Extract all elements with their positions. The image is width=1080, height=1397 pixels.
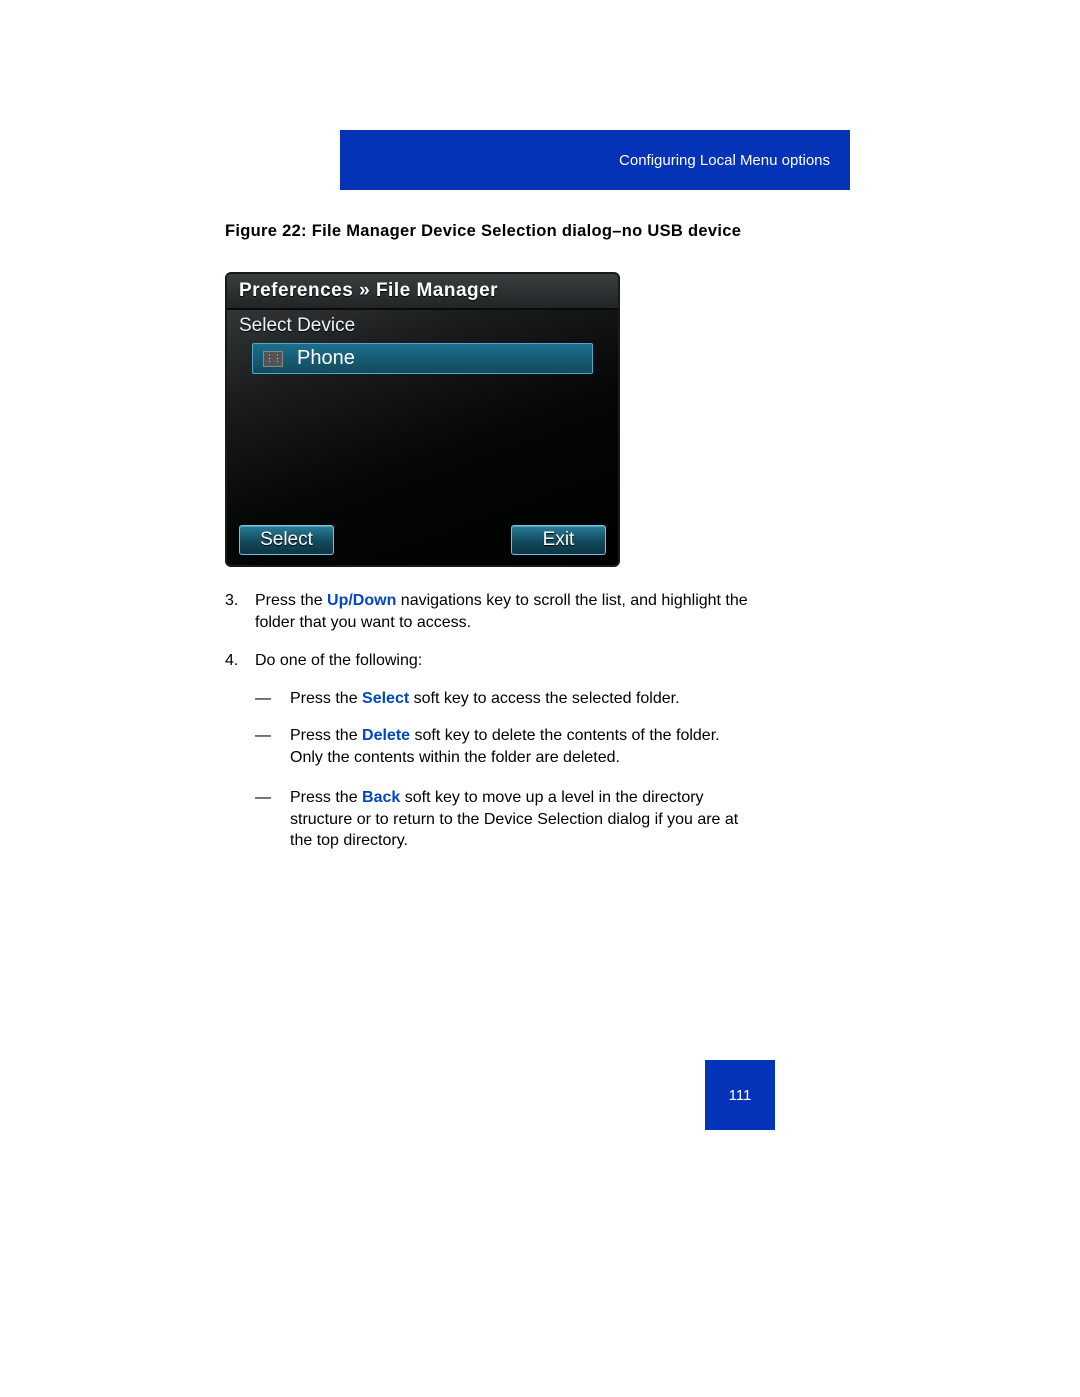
bullet-delete: — Press the Delete soft key to delete th… — [255, 725, 755, 768]
device-label: Phone — [297, 347, 355, 370]
step-number: 3. — [225, 590, 255, 633]
step-number: 4. — [225, 650, 255, 672]
exit-softkey[interactable]: Exit — [511, 525, 606, 555]
step-text: Press the Up/Down navigations key to scr… — [255, 590, 755, 633]
bullet-back: — Press the Back soft key to move up a l… — [255, 787, 755, 852]
updown-emphasis: Up/Down — [327, 592, 396, 609]
page-number-box: 111 — [705, 1060, 775, 1130]
bullet-dash: — — [255, 688, 290, 710]
section-title: Configuring Local Menu options — [619, 152, 830, 169]
screen-breadcrumb: Preferences » File Manager — [227, 274, 618, 310]
softkey-row: Select Exit — [227, 525, 618, 565]
bullet-dash: — — [255, 725, 290, 768]
bullet-text: Press the Delete soft key to delete the … — [290, 725, 755, 768]
bullet-dash: — — [255, 787, 290, 852]
bullet-text: Press the Back soft key to move up a lev… — [290, 787, 755, 852]
figure-caption: Figure 22: File Manager Device Selection… — [225, 220, 745, 242]
select-softkey[interactable]: Select — [239, 525, 334, 555]
select-emphasis: Select — [362, 690, 409, 707]
page-number: 111 — [729, 1087, 752, 1104]
device-screenshot: Preferences » File Manager Select Device… — [225, 272, 620, 567]
breadcrumb-root: Preferences — [239, 280, 353, 301]
delete-emphasis: Delete — [362, 727, 410, 744]
step-text: Do one of the following: — [255, 650, 422, 672]
chevron-right-icon: » — [359, 280, 370, 301]
breadcrumb-leaf: File Manager — [376, 280, 498, 301]
step-3: 3. Press the Up/Down navigations key to … — [225, 590, 755, 633]
screen-subheader: Select Device — [227, 310, 618, 343]
bullet-text: Press the Select soft key to access the … — [290, 688, 680, 710]
bullet-select: — Press the Select soft key to access th… — [255, 688, 755, 710]
phone-icon — [263, 351, 283, 367]
device-list-item[interactable]: Phone — [252, 343, 593, 374]
step-4: 4. Do one of the following: — [225, 650, 755, 672]
page-header-bar: Configuring Local Menu options — [340, 130, 850, 190]
back-emphasis: Back — [362, 789, 400, 806]
